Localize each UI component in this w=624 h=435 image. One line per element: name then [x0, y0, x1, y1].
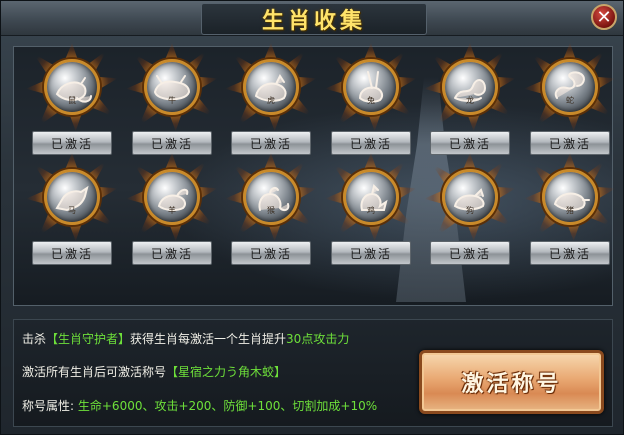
zodiac-orb[interactable]: 虎 — [243, 59, 299, 115]
zodiac-orb-frame: 鸡 — [325, 153, 417, 241]
zodiac-orb-frame: 羊 — [126, 153, 218, 241]
activated-status-button[interactable]: 已激活 — [32, 241, 112, 265]
zodiac-slot: 蛇已激活 — [522, 43, 618, 159]
activate-title-button[interactable]: 激活称号 — [419, 350, 604, 414]
activated-status-button[interactable]: 已激活 — [132, 241, 212, 265]
zodiac-glyph: 狗 — [466, 206, 474, 215]
zodiac-collection-window: 生肖收集 ✕ 鼠已激活牛已激活虎已激活兔已激活龙已激活蛇已激活马已激活羊已激活猴… — [0, 0, 624, 435]
activated-status-button[interactable]: 已激活 — [231, 131, 311, 155]
activated-status-label: 已激活 — [448, 246, 491, 261]
activate-title-label: 激活称号 — [461, 372, 562, 397]
attack-bonus: 30点攻击力 — [286, 332, 350, 346]
zodiac-slot: 猴已激活 — [223, 153, 319, 269]
activated-status-label: 已激活 — [548, 246, 591, 261]
zodiac-glyph: 牛 — [168, 96, 176, 105]
activated-status-button[interactable]: 已激活 — [430, 131, 510, 155]
activated-status-label: 已激活 — [150, 136, 193, 151]
zodiac-orb[interactable]: 马 — [44, 169, 100, 225]
zodiac-orb-frame: 猪 — [524, 153, 616, 241]
attributes-values: 生命+6000、攻击+200、防御+100、切割加成+10% — [77, 399, 378, 413]
title-unlock-line: 激活所有生肖后可激活称号【星宿之力う角木蛟】 — [22, 363, 286, 380]
activated-status-button[interactable]: 已激活 — [530, 241, 610, 265]
zodiac-glyph: 猴 — [267, 206, 275, 215]
activated-status-button[interactable]: 已激活 — [430, 241, 510, 265]
zodiac-slot: 牛已激活 — [124, 43, 220, 159]
zodiac-orb[interactable]: 猴 — [243, 169, 299, 225]
activated-status-button[interactable]: 已激活 — [32, 131, 112, 155]
activated-status-label: 已激活 — [50, 136, 93, 151]
zodiac-slot: 羊已激活 — [124, 153, 220, 269]
guardian-target: 【生肖守护者】 — [46, 332, 131, 346]
zodiac-orb[interactable]: 兔 — [343, 59, 399, 115]
zodiac-glyph: 鸡 — [367, 206, 375, 215]
title-plate: 生肖收集 — [201, 3, 427, 35]
zodiac-glyph: 虎 — [267, 96, 275, 105]
unlock-title-name: 【星宿之力う角木蛟】 — [166, 365, 287, 379]
activated-status-button[interactable]: 已激活 — [231, 241, 311, 265]
zodiac-orb-frame: 马 — [26, 153, 118, 241]
info-panel: 击杀【生肖守护者】获得生肖每激活一个生肖提升30点攻击力 激活所有生肖后可激活称… — [13, 319, 613, 427]
kill-prefix: 击杀 — [22, 332, 47, 346]
title-bar: 生肖收集 ✕ — [1, 1, 623, 36]
zodiac-orb-frame: 狗 — [424, 153, 516, 241]
title-attributes-line: 称号属性: 生命+6000、攻击+200、防御+100、切割加成+10% — [22, 397, 377, 414]
zodiac-slot: 猪已激活 — [522, 153, 618, 269]
zodiac-grid-panel: 鼠已激活牛已激活虎已激活兔已激活龙已激活蛇已激活马已激活羊已激活猴已激活鸡已激活… — [13, 43, 616, 306]
zodiac-orb[interactable]: 牛 — [144, 59, 200, 115]
zodiac-orb-frame: 龙 — [424, 43, 516, 131]
zodiac-orb[interactable]: 龙 — [442, 59, 498, 115]
reward-desc: 获得生肖每激活一个生肖提升 — [130, 332, 287, 346]
zodiac-slot: 狗已激活 — [422, 153, 518, 269]
activated-status-button[interactable]: 已激活 — [331, 131, 411, 155]
window-title: 生肖收集 — [261, 9, 366, 34]
zodiac-glyph: 兔 — [367, 96, 375, 105]
zodiac-orb[interactable]: 蛇 — [542, 59, 598, 115]
zodiac-glyph: 羊 — [168, 206, 176, 215]
zodiac-orb[interactable]: 鼠 — [44, 59, 100, 115]
activated-status-label: 已激活 — [249, 246, 292, 261]
zodiac-orb-frame: 猴 — [225, 153, 317, 241]
activated-status-label: 已激活 — [349, 246, 392, 261]
activated-status-label: 已激活 — [50, 246, 93, 261]
zodiac-glyph: 蛇 — [566, 96, 574, 105]
zodiac-slot: 虎已激活 — [223, 43, 319, 159]
attributes-label: 称号属性: — [22, 399, 75, 413]
zodiac-slot: 兔已激活 — [323, 43, 419, 159]
activated-status-button[interactable]: 已激活 — [331, 241, 411, 265]
zodiac-slot: 鼠已激活 — [24, 43, 120, 159]
zodiac-orb-frame: 牛 — [126, 43, 218, 131]
zodiac-slot: 龙已激活 — [422, 43, 518, 159]
zodiac-slot: 鸡已激活 — [323, 153, 419, 269]
zodiac-glyph: 马 — [68, 206, 76, 215]
zodiac-orb[interactable]: 猪 — [542, 169, 598, 225]
close-button[interactable]: ✕ — [591, 4, 617, 30]
zodiac-slot: 马已激活 — [24, 153, 120, 269]
activated-status-label: 已激活 — [448, 136, 491, 151]
zodiac-orb-frame: 鼠 — [26, 43, 118, 131]
zodiac-glyph: 猪 — [566, 206, 574, 215]
zodiac-glyph: 鼠 — [68, 96, 76, 105]
activated-status-label: 已激活 — [150, 246, 193, 261]
zodiac-orb-frame: 虎 — [225, 43, 317, 131]
activated-status-label: 已激活 — [349, 136, 392, 151]
zodiac-orb-frame: 蛇 — [524, 43, 616, 131]
close-icon: ✕ — [596, 6, 612, 28]
kill-reward-line: 击杀【生肖守护者】获得生肖每激活一个生肖提升30点攻击力 — [22, 330, 349, 347]
zodiac-orb[interactable]: 狗 — [442, 169, 498, 225]
activated-status-button[interactable]: 已激活 — [530, 131, 610, 155]
zodiac-orb[interactable]: 鸡 — [343, 169, 399, 225]
unlock-prefix: 激活所有生肖后可激活称号 — [22, 365, 167, 379]
zodiac-orb[interactable]: 羊 — [144, 169, 200, 225]
zodiac-orb-frame: 兔 — [325, 43, 417, 131]
activated-status-label: 已激活 — [548, 136, 591, 151]
activated-status-label: 已激活 — [249, 136, 292, 151]
activated-status-button[interactable]: 已激活 — [132, 131, 212, 155]
zodiac-glyph: 龙 — [466, 96, 474, 105]
